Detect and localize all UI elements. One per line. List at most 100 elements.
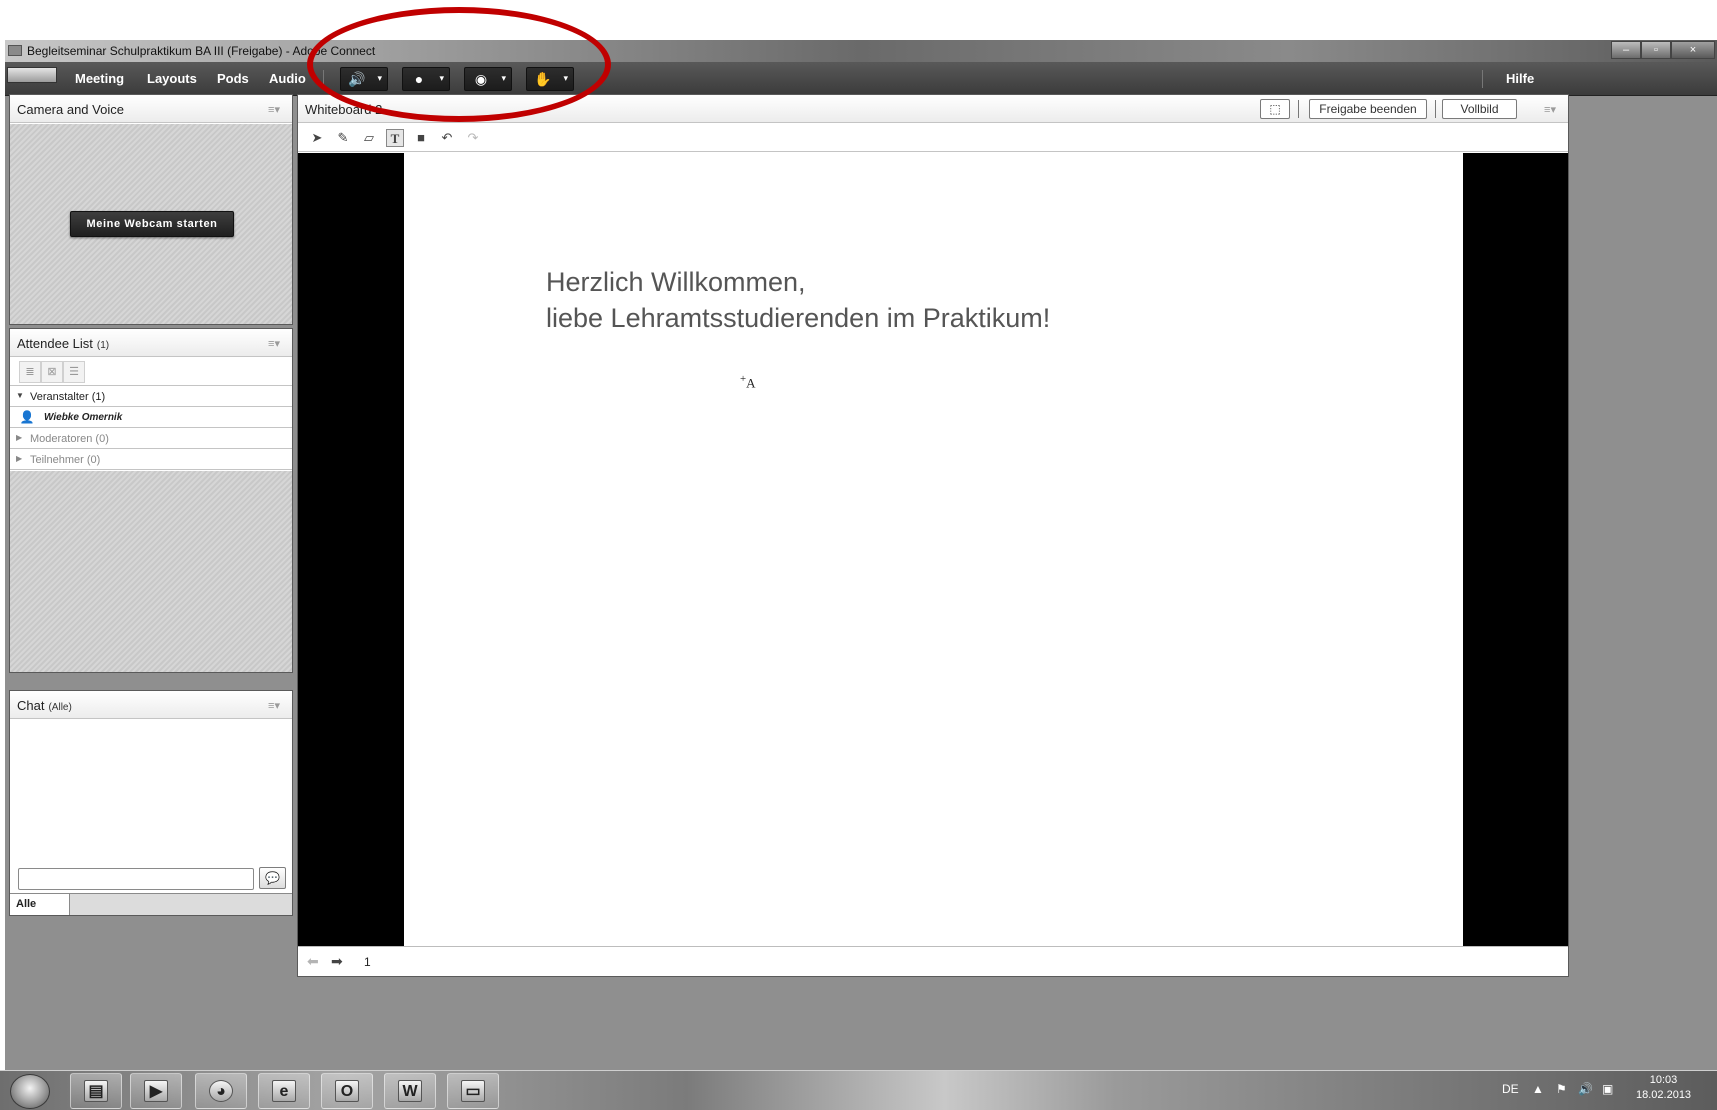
attendee-empty-area [10,471,292,672]
pod-options-icon[interactable]: ≡▾ [268,103,280,116]
chat-tab-everyone[interactable]: Alle [10,894,70,915]
highlight-annotation [307,7,611,122]
network-icon[interactable]: ▣ [1602,1082,1613,1096]
group-label: Teilnehmer (0) [30,454,101,466]
list-view-icon[interactable]: ≣ [19,361,41,383]
shape-tool-icon[interactable]: ■ [412,129,430,147]
title-bar: Begleitseminar Schulpraktikum BA III (Fr… [5,40,1717,62]
taskbar-adobe-connect[interactable]: ▭ [447,1073,499,1109]
chat-scope: (Alle) [48,702,72,713]
close-button[interactable]: × [1671,41,1715,59]
pod-title: Chat (Alle) [17,698,72,713]
chat-pod: Chat (Alle) ≡▾ 💬 Alle [9,690,293,916]
menu-pods[interactable]: Pods [217,71,249,86]
attendee-name: Wiebke Omernik [44,412,123,423]
adobe-connect-logo [7,67,57,83]
maximize-button[interactable]: ▫ [1641,41,1671,59]
whiteboard-footer: ⬅ ➡ 1 [298,946,1568,976]
action-center-flag-icon[interactable]: ⚑ [1556,1082,1567,1096]
status-view-icon[interactable]: ☰ [63,361,85,383]
firefox-icon: ◕ [209,1080,233,1102]
clock[interactable]: 10:03 18.02.2013 [1636,1073,1691,1103]
taskbar-word[interactable]: W [384,1073,436,1109]
pod-options-icon[interactable]: ≡▾ [268,699,280,712]
selection-tool-icon[interactable]: ➤ [308,129,326,147]
text-tool-icon[interactable]: T [386,129,404,147]
attendee-group-participants[interactable]: ▶ Teilnehmer (0) [10,450,292,470]
explorer-icon: ▤ [84,1080,108,1102]
pod-header: Attendee List (1) ≡▾ [10,329,292,357]
attendee-list-pod: Attendee List (1) ≡▾ ≣ ⊠ ☰ ▼ Veranstalter… [9,328,293,673]
page-number: 1 [364,955,371,969]
header-separator [1435,100,1436,118]
menu-audio[interactable]: Audio [269,71,306,86]
slide-subheading: liebe Lehramtsstudierenden im Praktikum! [546,303,1051,333]
pod-title: Camera and Voice [17,102,124,117]
windows-taskbar: ▤ ▶ ◕ e O W ▭ DE ▲ ⚑ 🔊 ▣ 10:03 18.02.201… [0,1070,1717,1110]
send-message-button[interactable]: 💬 [259,867,286,889]
header-separator [1298,100,1299,118]
menu-layouts[interactable]: Layouts [147,71,197,86]
group-label: Veranstalter (1) [30,391,106,403]
menu-separator [1482,70,1483,88]
chat-input[interactable] [18,868,254,890]
redo-icon[interactable]: ↷ [464,129,482,147]
stop-sharing-button[interactable]: Freigabe beenden [1309,99,1427,119]
attendee-count: (1) [96,340,110,351]
menu-bar: Meeting Layouts Pods Audio 🔊 ▾ ● ▾ ◉ ▾ ✋… [5,62,1717,96]
pod-options-icon[interactable]: ≡▾ [268,337,280,350]
group-label: Moderatoren (0) [30,433,109,445]
attendee-group-presenters[interactable]: ▶ Moderatoren (0) [10,429,292,449]
eraser-tool-icon[interactable]: ▱ [360,129,378,147]
drawing-toolbar: ➤ ✎ ▱ T ■ ↶ ↷ [298,124,1568,152]
taskbar-media-player[interactable]: ▶ [130,1073,182,1109]
expand-arrow-icon[interactable]: ▼ [16,391,24,400]
volume-icon[interactable]: 🔊 [1578,1082,1593,1096]
collapse-arrow-icon[interactable]: ▶ [16,454,22,463]
pod-options-icon[interactable]: ≡▾ [1544,103,1556,116]
word-icon: W [398,1080,422,1102]
attendee-row[interactable]: 👤 Wiebke Omernik [10,408,292,428]
internet-explorer-icon: e [272,1080,296,1102]
annotation-toggle-button[interactable]: ⬚ [1260,99,1290,119]
clock-time: 10:03 [1649,1074,1678,1086]
language-indicator[interactable]: DE [1502,1082,1519,1096]
start-button[interactable] [10,1074,50,1109]
outlook-icon: O [335,1080,359,1102]
camera-voice-pod: Camera and Voice ≡▾ Meine Webcam starten [9,94,293,325]
media-player-icon: ▶ [144,1080,168,1102]
menu-help[interactable]: Hilfe [1506,71,1534,86]
slide[interactable]: Herzlich Willkommen, liebe Lehramtsstudi… [404,153,1463,946]
fullscreen-button[interactable]: Vollbild [1442,99,1517,119]
attendee-list-title: Attendee List [17,336,93,351]
slide-heading: Herzlich Willkommen, [546,267,806,297]
clock-date: 18.02.2013 [1636,1089,1692,1101]
taskbar-explorer[interactable]: ▤ [70,1073,122,1109]
show-hidden-icons[interactable]: ▲ [1532,1082,1544,1096]
collapse-arrow-icon[interactable]: ▶ [16,433,22,442]
taskbar-internet-explorer[interactable]: e [258,1073,310,1109]
adobe-connect-icon: ▭ [461,1080,485,1102]
next-page-icon[interactable]: ➡ [331,953,343,970]
minimize-button[interactable]: – [1611,41,1641,59]
window-controls: – ▫ × [1611,41,1715,59]
start-webcam-button[interactable]: Meine Webcam starten [70,211,234,237]
pointer-icon: ⬚ [1269,102,1281,116]
speech-bubble-icon: 💬 [265,871,280,885]
chat-tab-bar: Alle [10,893,292,915]
whiteboard-canvas[interactable]: Herzlich Willkommen, liebe Lehramtsstudi… [298,153,1568,946]
menu-meeting[interactable]: Meeting [75,71,124,86]
breakout-view-icon[interactable]: ⊠ [41,361,63,383]
host-avatar-icon: 👤 [19,410,35,424]
attendee-group-hosts[interactable]: ▼ Veranstalter (1) [10,387,292,407]
previous-page-icon[interactable]: ⬅ [307,953,319,970]
pod-title: Attendee List (1) [17,336,109,351]
undo-icon[interactable]: ↶ [438,129,456,147]
attendee-toolbar: ≣ ⊠ ☰ [10,358,292,386]
whiteboard-pod: Whiteboard 2 ⬚ Freigabe beenden Vollbild… [297,94,1569,977]
chat-messages [10,720,292,860]
pencil-tool-icon[interactable]: ✎ [334,129,352,147]
app-icon [8,45,22,56]
taskbar-firefox[interactable]: ◕ [195,1073,247,1109]
taskbar-outlook[interactable]: O [321,1073,373,1109]
